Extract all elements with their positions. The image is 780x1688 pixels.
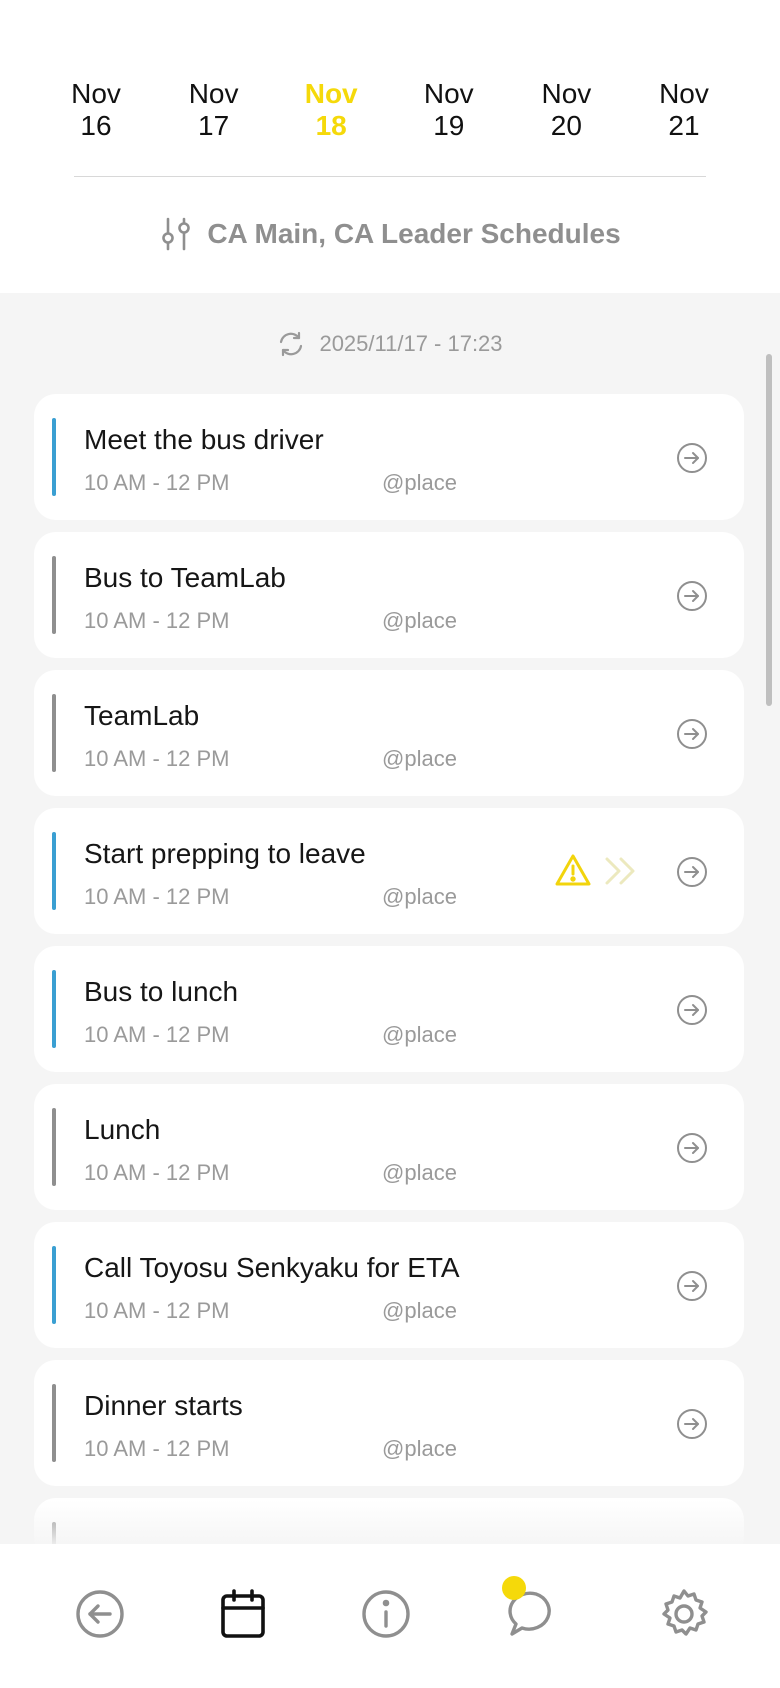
event-color-bar [52,418,56,496]
arrow-right-circle-icon[interactable] [676,1408,708,1440]
info-icon [362,1590,410,1638]
header: Nov 16 Nov 17 Nov 18 Nov 19 Nov 20 Nov 2… [0,0,780,293]
event-place: @place [382,1298,457,1323]
event-title: Call Toyosu Senkyaku for ETA [84,1252,460,1283]
event-title: Meet the bus driver [84,424,324,455]
settings-icon [662,1589,708,1636]
calendar-icon [221,1589,265,1638]
date-month: Nov [304,78,358,109]
date-day: 16 [80,110,112,141]
event-time: 10 AM - 12 PM [84,470,230,495]
arrow-right-circle-icon[interactable] [676,442,708,474]
event-place: @place [382,746,457,771]
info-tab[interactable] [358,1586,414,1642]
event-time: 10 AM - 12 PM [84,884,230,909]
arrow-right-circle-icon[interactable] [676,994,708,1026]
list-fade [0,1500,780,1544]
event-time: 10 AM - 12 PM [84,1022,230,1047]
event-place: @place [382,1436,457,1461]
event-title: Dinner starts [84,1390,243,1421]
event-card[interactable]: Bus to TeamLab 10 AM - 12 PM @place [34,532,744,658]
event-color-bar [52,1246,56,1324]
event-place: @place [382,884,457,909]
scrollbar[interactable] [766,354,772,706]
date-month: Nov [423,78,474,109]
arrow-right-circle-icon[interactable] [676,580,708,612]
event-card[interactable]: Bus to lunch 10 AM - 12 PM @place [34,946,744,1072]
arrow-right-circle-icon[interactable] [676,718,708,750]
event-title: Bus to lunch [84,976,239,1007]
event-place: @place [382,1022,457,1047]
arrow-right-circle-icon[interactable] [676,856,708,888]
date-nov-21[interactable]: Nov 21 [626,78,742,142]
event-card[interactable]: Meet the bus driver 10 AM - 12 PM @place [34,394,744,520]
event-color-bar [52,1108,56,1186]
date-nov-20[interactable]: Nov 20 [508,78,624,142]
filter-label: CA Main, CA Leader Schedules [207,218,621,249]
event-card[interactable]: Call Toyosu Senkyaku for ETA 10 AM - 12 … [34,1222,744,1348]
date-month: Nov [541,78,592,109]
event-time: 10 AM - 12 PM [84,1298,230,1323]
event-list: Meet the bus driver 10 AM - 12 PM @place… [34,394,744,1600]
event-title: Start prepping to leave [84,838,366,869]
back-icon [76,1590,124,1638]
event-time: 10 AM - 12 PM [84,608,230,633]
event-time: 10 AM - 12 PM [84,746,230,771]
event-time: 10 AM - 12 PM [84,1436,230,1461]
calendar-tab[interactable] [215,1586,271,1642]
event-place: @place [382,608,457,633]
event-color-bar [52,556,56,634]
date-day: 17 [198,110,230,141]
date-nov-17[interactable]: Nov 17 [156,78,272,142]
date-divider [74,176,706,177]
event-color-bar [52,832,56,910]
date-nov-16[interactable]: Nov 16 [38,78,154,142]
event-card[interactable]: TeamLab 10 AM - 12 PM @place [34,670,744,796]
refresh-icon [280,331,303,357]
schedule-filter-button[interactable]: CA Main, CA Leader Schedules [0,212,780,256]
event-color-bar [52,1384,56,1462]
date-day: 20 [550,110,582,141]
event-card[interactable]: Lunch 10 AM - 12 PM @place [34,1084,744,1210]
event-card[interactable]: Dinner starts 10 AM - 12 PM @place [34,1360,744,1486]
bottom-tab-bar [0,1544,780,1688]
date-strip: Nov 16 Nov 17 Nov 18 Nov 19 Nov 20 Nov 2… [38,78,742,142]
event-title: TeamLab [84,700,200,731]
event-time: 10 AM - 12 PM [84,1160,230,1185]
event-title: Lunch [84,1114,161,1145]
event-color-bar [52,970,56,1048]
unread-badge [502,1576,526,1600]
double-chevron-right-icon [605,857,635,885]
event-title: Bus to TeamLab [84,562,286,593]
date-nov-18-selected[interactable]: Nov 18 [273,78,389,142]
sync-timestamp: 2025/11/17 - 17:23 [319,331,503,356]
last-sync[interactable]: 2025/11/17 - 17:23 [0,328,780,360]
filter-sliders-icon [162,217,191,251]
date-day: 19 [433,110,465,141]
date-nov-19[interactable]: Nov 19 [391,78,507,142]
back-tab[interactable] [72,1586,128,1642]
event-place: @place [382,1160,457,1185]
arrow-right-circle-icon[interactable] [676,1270,708,1302]
date-month: Nov [71,78,121,109]
event-color-bar [52,694,56,772]
date-month: Nov [659,78,709,109]
date-month: Nov [188,78,239,109]
date-day: 18 [315,110,347,141]
settings-tab[interactable] [656,1586,712,1642]
date-day: 21 [668,110,700,141]
chat-tab[interactable] [502,1576,562,1642]
event-card[interactable]: Start prepping to leave 10 AM - 12 PM @p… [34,808,744,934]
warning-icon [555,854,591,886]
event-place: @place [382,470,457,495]
arrow-right-circle-icon[interactable] [676,1132,708,1164]
